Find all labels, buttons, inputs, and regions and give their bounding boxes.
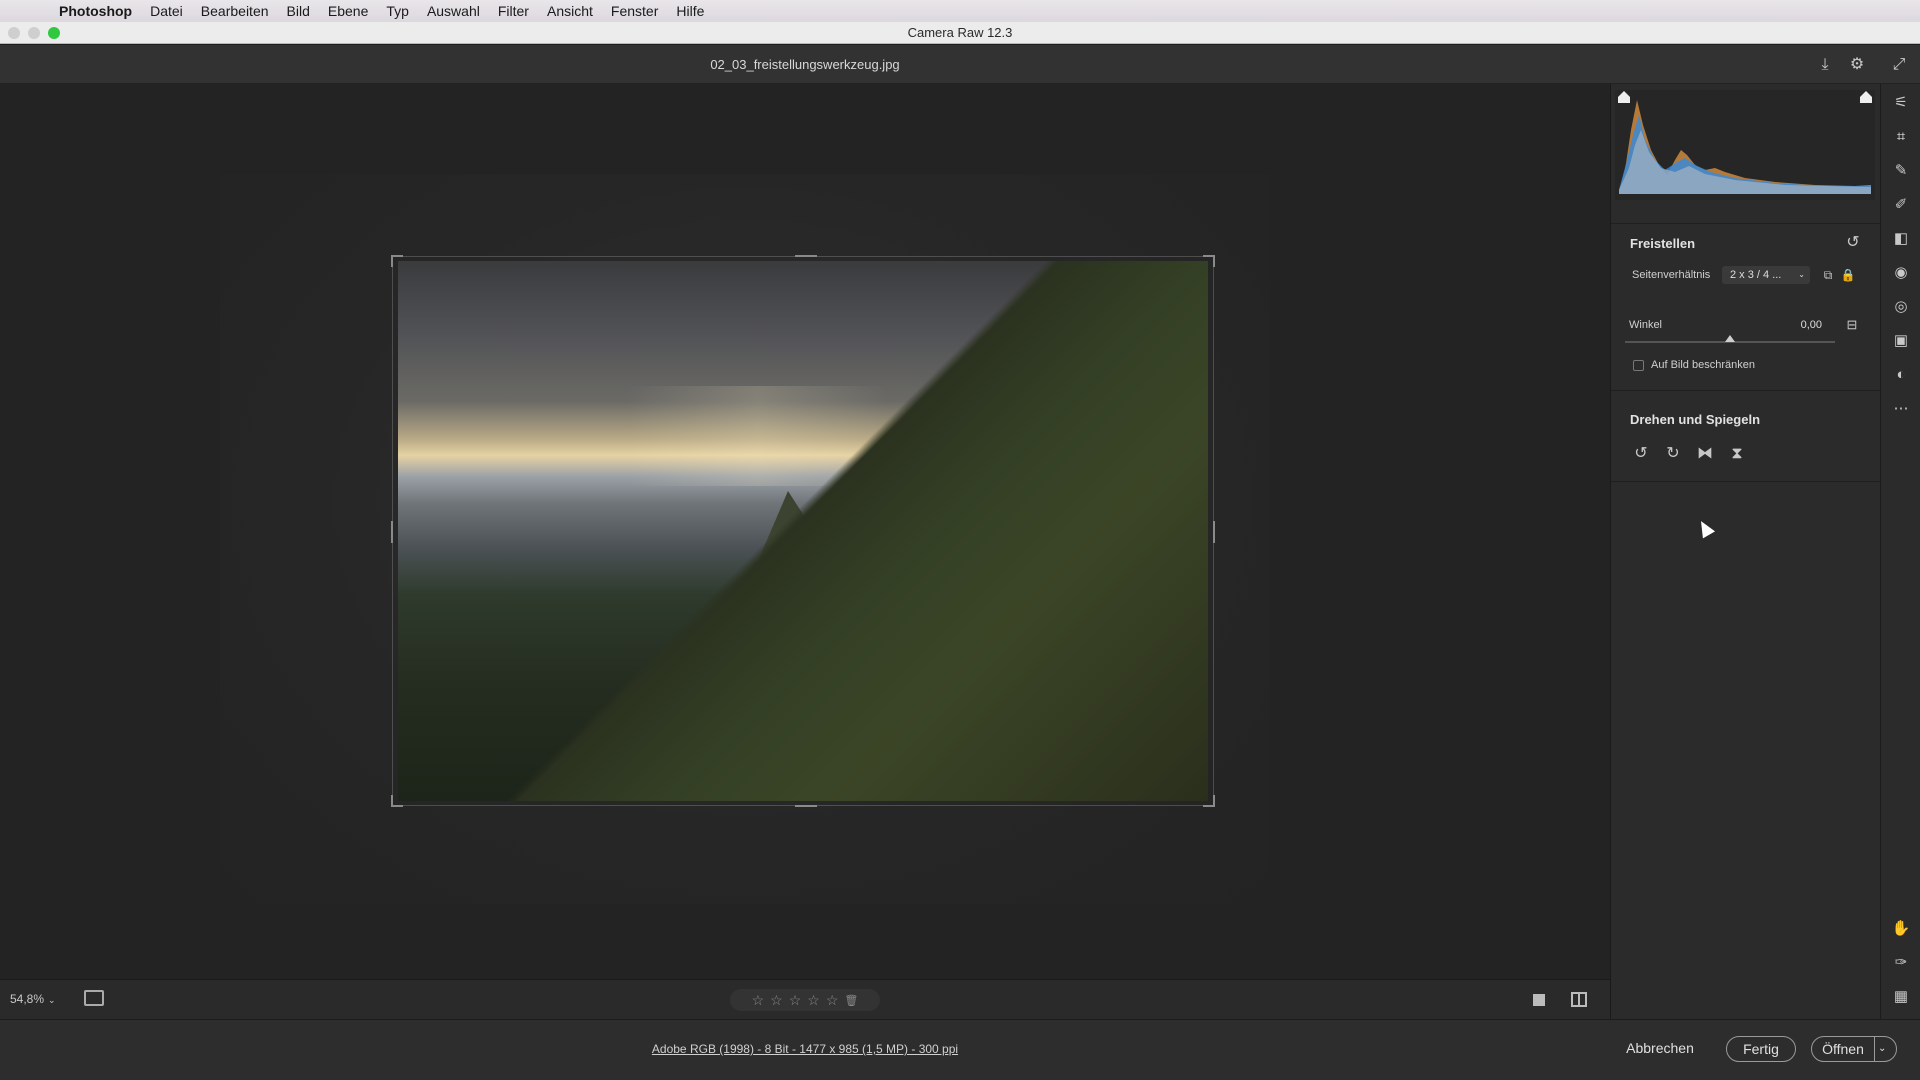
before-after-view-icon[interactable] bbox=[1571, 992, 1587, 1007]
minimize-window-button[interactable] bbox=[28, 27, 40, 39]
straighten-tool-icon[interactable]: ⊟ bbox=[1841, 314, 1863, 336]
menu-hilfe[interactable]: Hilfe bbox=[667, 3, 713, 19]
menu-photoshop[interactable]: Photoshop bbox=[50, 3, 141, 19]
menu-auswahl[interactable]: Auswahl bbox=[418, 3, 489, 19]
crop-handle-bottom-left[interactable] bbox=[391, 795, 403, 807]
chevron-down-icon: ⌄ bbox=[1798, 270, 1805, 279]
rotate-crop-icon[interactable]: ⧉ bbox=[1817, 264, 1839, 286]
workflow-options-link[interactable]: Adobe RGB (1998) - 8 Bit - 1477 x 985 (1… bbox=[0, 1042, 1610, 1056]
section-divider bbox=[1611, 481, 1881, 482]
tool-strip: ⚟ ⌗ ✎ ✐ ◧ ◉ ◎ ▣ ◐ ⋯ ✋ ✑ ▦ bbox=[1880, 84, 1920, 1019]
highlight-clipping-icon[interactable] bbox=[1859, 90, 1873, 104]
edit-panel: Freistellen ↺ Seitenverhältnis 2 x 3 / 4… bbox=[1610, 84, 1881, 1019]
crop-handle-top-left[interactable] bbox=[391, 255, 403, 267]
chevron-down-icon[interactable]: ⌄ bbox=[1878, 1037, 1886, 1061]
maximize-window-button[interactable] bbox=[48, 27, 60, 39]
cancel-button[interactable]: Abbrechen bbox=[1620, 1036, 1700, 1062]
menu-filter[interactable]: Filter bbox=[489, 3, 538, 19]
grid-icon[interactable]: ▦ bbox=[1890, 986, 1912, 1008]
chevron-down-icon: ⌄ bbox=[48, 995, 56, 1005]
open-button-divider bbox=[1874, 1037, 1875, 1061]
crop-handle-bottom-right[interactable] bbox=[1203, 795, 1215, 807]
color-sampler-icon[interactable]: ✑ bbox=[1890, 952, 1912, 974]
open-button[interactable]: Öffnen ⌄ bbox=[1811, 1036, 1897, 1062]
star-icon[interactable]: ☆ bbox=[826, 992, 839, 1009]
window-controls bbox=[8, 27, 60, 39]
open-button-label: Öffnen bbox=[1822, 1041, 1864, 1057]
brush-icon[interactable]: ✐ bbox=[1890, 194, 1912, 216]
crop-section-title: Freistellen bbox=[1630, 236, 1696, 251]
menu-bar: Photoshop Datei Bearbeiten Bild Ebene Ty… bbox=[0, 0, 1920, 22]
window-titlebar: Camera Raw 12.3 bbox=[0, 22, 1920, 44]
gear-icon[interactable]: ⚙ bbox=[1846, 54, 1868, 76]
menu-ebene[interactable]: Ebene bbox=[319, 3, 377, 19]
trash-icon[interactable]: 🗑 bbox=[844, 994, 858, 1007]
menu-fenster[interactable]: Fenster bbox=[602, 3, 667, 19]
menu-bild[interactable]: Bild bbox=[278, 3, 319, 19]
aspect-ratio-value: 2 x 3 / 4 ... bbox=[1730, 269, 1782, 281]
rotate-left-icon[interactable]: ↺ bbox=[1630, 443, 1652, 465]
canvas-bottom-bar: 54,8% ⌄ ☆ ☆ ☆ ☆ ☆ 🗑 bbox=[0, 979, 1610, 1019]
crop-handle-left[interactable] bbox=[391, 521, 393, 543]
menu-datei[interactable]: Datei bbox=[141, 3, 192, 19]
crop-icon[interactable]: ⌗ bbox=[1890, 126, 1912, 148]
shadow-clipping-icon[interactable] bbox=[1617, 90, 1631, 104]
crop-handle-top-right[interactable] bbox=[1203, 255, 1215, 267]
menu-ansicht[interactable]: Ansicht bbox=[538, 3, 602, 19]
angle-label: Winkel bbox=[1629, 319, 1663, 331]
star-icon[interactable]: ☆ bbox=[752, 992, 765, 1009]
hand-icon[interactable]: ✋ bbox=[1890, 918, 1912, 940]
flip-vertical-icon[interactable]: ⧗ bbox=[1726, 443, 1748, 465]
section-divider bbox=[1611, 390, 1881, 391]
star-icon[interactable]: ☆ bbox=[789, 992, 802, 1009]
reset-icon[interactable]: ↺ bbox=[1842, 232, 1864, 254]
radial-filter-icon[interactable]: ◉ bbox=[1890, 262, 1912, 284]
more-icon[interactable]: ⋯ bbox=[1890, 398, 1912, 420]
done-button[interactable]: Fertig bbox=[1726, 1036, 1796, 1062]
presets-icon[interactable]: ◐ bbox=[1890, 364, 1912, 386]
snapshots-icon[interactable]: ▣ bbox=[1890, 330, 1912, 352]
menu-bearbeiten[interactable]: Bearbeiten bbox=[192, 3, 278, 19]
histogram-graph bbox=[1619, 100, 1871, 194]
window-title: Camera Raw 12.3 bbox=[907, 25, 1013, 40]
close-window-button[interactable] bbox=[8, 27, 20, 39]
rotate-right-icon[interactable]: ↻ bbox=[1662, 443, 1684, 465]
document-filename: 02_03_freistellungswerkzeug.jpg bbox=[710, 57, 900, 72]
aspect-ratio-label: Seitenverhältnis bbox=[1632, 269, 1711, 281]
constrain-to-image-label: Auf Bild beschränken bbox=[1651, 359, 1755, 371]
document-bar: 02_03_freistellungswerkzeug.jpg ⤓ ⚙ ⤢ bbox=[0, 45, 1920, 84]
crop-handle-right[interactable] bbox=[1213, 521, 1215, 543]
lock-icon[interactable]: 🔒 bbox=[1837, 264, 1859, 286]
aspect-ratio-select[interactable]: 2 x 3 / 4 ... ⌄ bbox=[1722, 266, 1810, 284]
rotate-flip-section-title: Drehen und Spiegeln bbox=[1630, 412, 1761, 427]
edit-icon[interactable]: ⚟ bbox=[1890, 92, 1912, 114]
menu-typ[interactable]: Typ bbox=[377, 3, 418, 19]
star-icon[interactable]: ☆ bbox=[807, 992, 820, 1009]
spot-removal-icon[interactable]: ✎ bbox=[1890, 160, 1912, 182]
image-canvas[interactable] bbox=[0, 84, 1610, 979]
zoom-value: 54,8% bbox=[10, 992, 45, 1006]
rating-stars: ☆ ☆ ☆ ☆ ☆ 🗑 bbox=[730, 989, 880, 1011]
single-view-icon[interactable] bbox=[1533, 994, 1545, 1006]
angle-input[interactable]: 0,00 bbox=[1782, 319, 1822, 335]
histogram bbox=[1615, 90, 1875, 200]
angle-slider-thumb[interactable] bbox=[1725, 335, 1735, 342]
gradient-filter-icon[interactable]: ◧ bbox=[1890, 228, 1912, 250]
flip-horizontal-icon[interactable]: ⧓ bbox=[1694, 443, 1716, 465]
section-divider bbox=[1611, 223, 1881, 224]
crop-frame[interactable] bbox=[391, 255, 1215, 807]
filmstrip-icon[interactable] bbox=[84, 990, 104, 1006]
star-icon[interactable]: ☆ bbox=[770, 992, 783, 1009]
constrain-to-image-checkbox[interactable] bbox=[1633, 360, 1644, 371]
red-eye-icon[interactable]: ◎ bbox=[1890, 296, 1912, 318]
zoom-level-select[interactable]: 54,8% ⌄ bbox=[10, 992, 56, 1006]
crop-handle-top[interactable] bbox=[795, 255, 817, 257]
footer-bar: Adobe RGB (1998) - 8 Bit - 1477 x 985 (1… bbox=[0, 1019, 1920, 1080]
fullscreen-icon[interactable]: ⤢ bbox=[1888, 54, 1910, 76]
crop-handle-bottom[interactable] bbox=[795, 805, 817, 807]
save-icon[interactable]: ⤓ bbox=[1814, 54, 1836, 76]
